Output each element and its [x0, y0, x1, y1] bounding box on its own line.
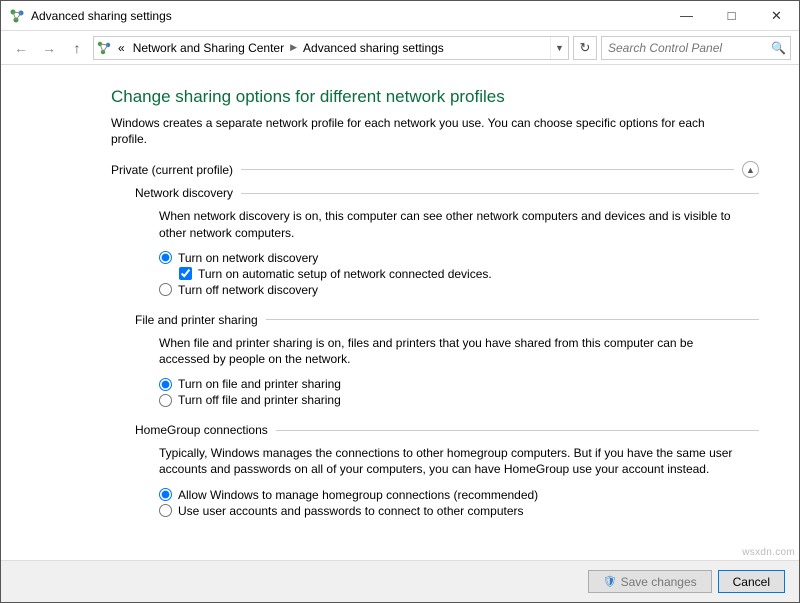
search-box[interactable]: 🔍 — [601, 36, 791, 60]
window-title: Advanced sharing settings — [31, 9, 664, 23]
watermark: wsxdn.com — [742, 547, 795, 558]
fileshare-on-radio[interactable] — [159, 378, 172, 391]
shield-icon: 🛡 — [603, 575, 617, 588]
netdisc-auto-label: Turn on automatic setup of network conne… — [198, 267, 492, 281]
maximize-button[interactable]: □ — [709, 1, 754, 30]
page-heading: Change sharing options for different net… — [111, 87, 759, 107]
homegroup-user-label: Use user accounts and passwords to conne… — [178, 504, 524, 518]
homegroup-desc: Typically, Windows manages the connectio… — [159, 445, 739, 477]
save-changes-button[interactable]: 🛡 Save changes — [588, 570, 712, 593]
breadcrumb-item-1[interactable]: Advanced sharing settings — [299, 37, 448, 59]
close-button[interactable]: ✕ — [754, 1, 799, 30]
fileshare-off-option[interactable]: Turn off file and printer sharing — [159, 393, 759, 407]
fileshare-on-option[interactable]: Turn on file and printer sharing — [159, 377, 759, 391]
cancel-button-label: Cancel — [733, 575, 770, 589]
search-input[interactable] — [606, 40, 771, 56]
network-discovery-title: Network discovery — [135, 186, 233, 200]
homegroup-allow-option[interactable]: Allow Windows to manage homegroup connec… — [159, 488, 759, 502]
homegroup-allow-label: Allow Windows to manage homegroup connec… — [178, 488, 538, 502]
breadcrumb-item-0[interactable]: Network and Sharing Center — [129, 37, 288, 59]
breadcrumb-root[interactable]: « — [114, 37, 129, 59]
search-icon[interactable]: 🔍 — [771, 41, 786, 55]
up-button[interactable]: ↑ — [65, 36, 89, 60]
save-button-label: Save changes — [621, 575, 697, 589]
fileshare-off-radio[interactable] — [159, 394, 172, 407]
refresh-button[interactable]: ↻ — [573, 36, 597, 60]
divider — [241, 169, 734, 170]
fileshare-title: File and printer sharing — [135, 313, 258, 327]
netdisc-off-radio[interactable] — [159, 283, 172, 296]
netdisc-on-radio[interactable] — [159, 251, 172, 264]
collapse-toggle[interactable]: ▲ — [742, 161, 759, 178]
back-button[interactable]: ← — [9, 36, 33, 60]
breadcrumb[interactable]: « Network and Sharing Center ▶ Advanced … — [93, 36, 569, 60]
homegroup-allow-radio[interactable] — [159, 488, 172, 501]
network-discovery-desc: When network discovery is on, this compu… — [159, 208, 739, 240]
cancel-button[interactable]: Cancel — [718, 570, 785, 593]
netdisc-on-label: Turn on network discovery — [178, 251, 318, 265]
divider — [241, 193, 759, 194]
fileshare-desc: When file and printer sharing is on, fil… — [159, 335, 739, 367]
forward-button[interactable]: → — [37, 36, 61, 60]
netdisc-auto-checkbox[interactable] — [179, 267, 192, 280]
fileshare-on-label: Turn on file and printer sharing — [178, 377, 341, 391]
breadcrumb-icon — [94, 40, 114, 56]
homegroup-user-option[interactable]: Use user accounts and passwords to conne… — [159, 504, 759, 518]
netdisc-auto-option[interactable]: Turn on automatic setup of network conne… — [179, 267, 759, 281]
netdisc-off-label: Turn off network discovery — [178, 283, 318, 297]
chevron-up-icon: ▲ — [746, 165, 755, 175]
netdisc-off-option[interactable]: Turn off network discovery — [159, 283, 759, 297]
divider — [266, 319, 759, 320]
minimize-button[interactable]: ― — [664, 1, 709, 30]
homegroup-user-radio[interactable] — [159, 504, 172, 517]
divider — [276, 430, 759, 431]
profile-label: Private (current profile) — [111, 163, 233, 177]
breadcrumb-dropdown-icon[interactable]: ▼ — [550, 37, 568, 59]
netdisc-on-option[interactable]: Turn on network discovery — [159, 251, 759, 265]
control-panel-icon — [9, 8, 25, 24]
page-description: Windows creates a separate network profi… — [111, 115, 731, 147]
homegroup-title: HomeGroup connections — [135, 423, 268, 437]
fileshare-off-label: Turn off file and printer sharing — [178, 393, 341, 407]
chevron-right-icon: ▶ — [288, 42, 299, 53]
